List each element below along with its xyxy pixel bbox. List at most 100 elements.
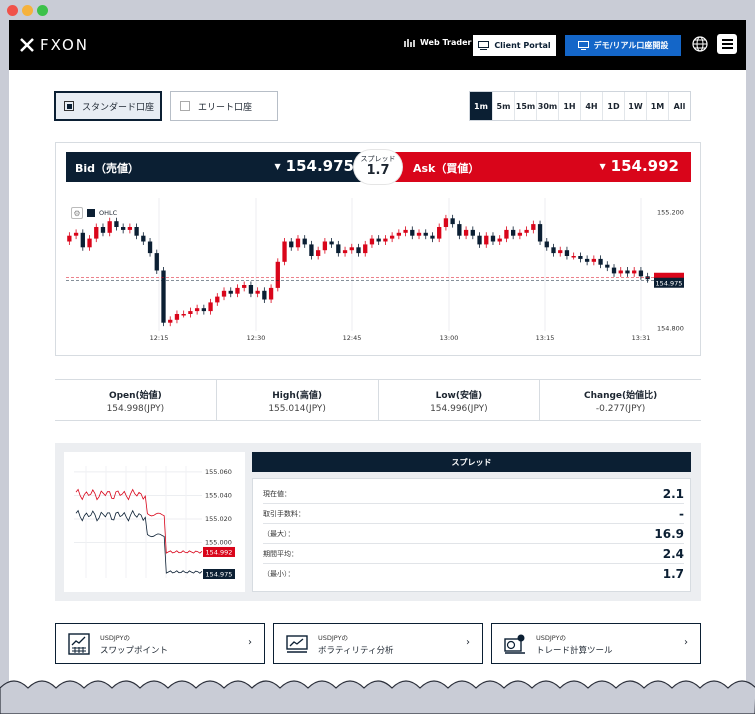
stat-label: High(高値) bbox=[272, 391, 322, 401]
torn-edge-decoration bbox=[0, 680, 755, 714]
candle-body bbox=[168, 319, 173, 323]
candle-body bbox=[410, 229, 415, 236]
volatility-analysis-link[interactable]: USDJPYの ボラティリティ分析 › bbox=[273, 623, 483, 664]
tab-elite-account[interactable]: エリート口座 bbox=[170, 91, 278, 121]
swap-calendar-icon bbox=[68, 632, 90, 655]
bid-last-label: 154.975 bbox=[206, 571, 233, 579]
candle-body bbox=[215, 296, 220, 303]
candle-body bbox=[544, 241, 549, 248]
zoom-dot[interactable] bbox=[37, 5, 48, 16]
minimize-dot[interactable] bbox=[22, 5, 33, 16]
globe-icon[interactable] bbox=[691, 35, 709, 53]
candle-body bbox=[477, 235, 482, 245]
candle-body bbox=[174, 314, 180, 320]
candle-body bbox=[450, 218, 455, 225]
tab-standard-account[interactable]: スタンダード口座 bbox=[54, 91, 162, 121]
timeframe-1mo[interactable]: 1M bbox=[646, 92, 668, 120]
timeframe-1d[interactable]: 1D bbox=[602, 92, 624, 120]
chevron-right-icon: › bbox=[684, 637, 688, 648]
candle-body bbox=[289, 241, 294, 248]
logo[interactable]: FXON bbox=[20, 36, 89, 54]
candle-body bbox=[342, 250, 348, 254]
timeframe-30m[interactable]: 30m bbox=[536, 92, 558, 120]
bid-series-line bbox=[75, 509, 203, 574]
candle-body bbox=[80, 232, 85, 248]
candle-body bbox=[591, 258, 596, 262]
candle-body bbox=[262, 290, 267, 300]
row-value: 1.7 bbox=[662, 567, 684, 581]
x-tick-label: 13:31 bbox=[632, 334, 651, 342]
stat-open: Open(始値) 154.998(JPY) bbox=[55, 380, 216, 420]
demo-real-account-button[interactable]: デモ/リアル口座開設 bbox=[565, 35, 681, 56]
timeframe-1w[interactable]: 1W bbox=[624, 92, 646, 120]
candle-body bbox=[463, 229, 469, 236]
y-tick-label: 155.200 bbox=[657, 209, 684, 217]
price-chart-panel: Bid（売値） ▼ 154.975 Ask（買値） ▼ 154.992 スプレッド … bbox=[55, 142, 701, 356]
timeframe-4h[interactable]: 4H bbox=[580, 92, 602, 120]
y-tick-label: 155.060 bbox=[205, 468, 232, 476]
timeframe-5m[interactable]: 5m bbox=[492, 92, 514, 120]
candle-body bbox=[490, 235, 496, 242]
candle-body bbox=[248, 285, 254, 294]
candle-body bbox=[625, 270, 630, 274]
radio-empty-icon bbox=[180, 101, 190, 111]
hamburger-menu-icon[interactable] bbox=[717, 34, 737, 54]
web-trader-link[interactable]: Web Trader bbox=[404, 38, 472, 47]
candle-body bbox=[121, 227, 126, 230]
candle-body bbox=[423, 232, 428, 236]
row-value: 2.4 bbox=[662, 546, 684, 561]
spread-title: スプレッド bbox=[252, 452, 691, 472]
stat-value: 155.014(JPY) bbox=[268, 404, 326, 414]
candle-body bbox=[430, 235, 435, 239]
site-header: FXON Web Trader Client Portal デモ/リアル口座開設 bbox=[9, 20, 746, 70]
candle-body bbox=[336, 244, 341, 254]
y-tick-label: 154.800 bbox=[657, 325, 684, 333]
candle-body bbox=[268, 287, 274, 300]
account-label: スタンダード口座 bbox=[82, 102, 155, 113]
candle-body bbox=[584, 258, 590, 262]
candle-body bbox=[161, 270, 166, 323]
client-portal-button[interactable]: Client Portal bbox=[473, 35, 556, 56]
candle-body bbox=[147, 241, 153, 254]
tool-sub: USDJPYの bbox=[100, 633, 131, 642]
timeframe-15m[interactable]: 15m bbox=[514, 92, 536, 120]
x-tick-label: 13:15 bbox=[536, 334, 555, 342]
swap-points-link[interactable]: USDJPYの スワップポイント › bbox=[55, 623, 265, 664]
candle-body bbox=[598, 258, 603, 265]
candle-body bbox=[416, 232, 422, 236]
candle-body bbox=[470, 229, 475, 236]
candlestick-chart[interactable]: 12:15 12:30 12:45 13:00 13:15 13:31 155.200 154… bbox=[56, 143, 702, 357]
candle-body bbox=[134, 227, 139, 236]
candle-body bbox=[605, 264, 610, 268]
candle-body bbox=[329, 241, 334, 245]
timeframe-1m[interactable]: 1m bbox=[470, 92, 492, 120]
candle-body bbox=[611, 267, 617, 274]
trade-calculator-link[interactable]: USDJPYの トレード計算ツール › bbox=[491, 623, 701, 664]
candle-body bbox=[87, 238, 92, 248]
stat-label: Open(始値) bbox=[108, 391, 162, 401]
monitor-icon bbox=[478, 41, 490, 50]
spread-row-max: （最大）： 16.9 bbox=[263, 524, 684, 544]
candle-body bbox=[517, 232, 523, 236]
candle-body bbox=[558, 250, 563, 254]
timeframe-1h[interactable]: 1H bbox=[558, 92, 580, 120]
candle-body bbox=[564, 250, 570, 256]
logo-text: FXON bbox=[40, 36, 89, 54]
x-tick-label: 12:30 bbox=[247, 334, 266, 342]
spread-line-chart[interactable]: 155.060 155.040 155.020 155.000154.992 154.9… bbox=[64, 452, 245, 592]
candle-body bbox=[389, 235, 395, 239]
candle-body bbox=[437, 227, 442, 239]
timeframe-all[interactable]: All bbox=[668, 92, 690, 120]
y-tick-label: 155.000 bbox=[205, 539, 232, 547]
candle-body bbox=[349, 247, 354, 251]
calculator-coin-icon bbox=[504, 634, 525, 654]
candle-body bbox=[403, 229, 408, 233]
spread-row-fee: 取引手数料： - bbox=[263, 504, 684, 524]
spread-table: 現在値： 2.1 取引手数料： - （最大）： 16.9 期間平均： 2.4 （最小）：… bbox=[252, 478, 691, 592]
candle-body bbox=[295, 238, 301, 248]
stat-label: Change(始値比) bbox=[583, 391, 658, 401]
tool-sub: USDJPYの bbox=[318, 633, 349, 642]
close-dot[interactable] bbox=[7, 5, 18, 16]
candle-body bbox=[322, 241, 328, 251]
chevron-right-icon: › bbox=[248, 637, 252, 648]
